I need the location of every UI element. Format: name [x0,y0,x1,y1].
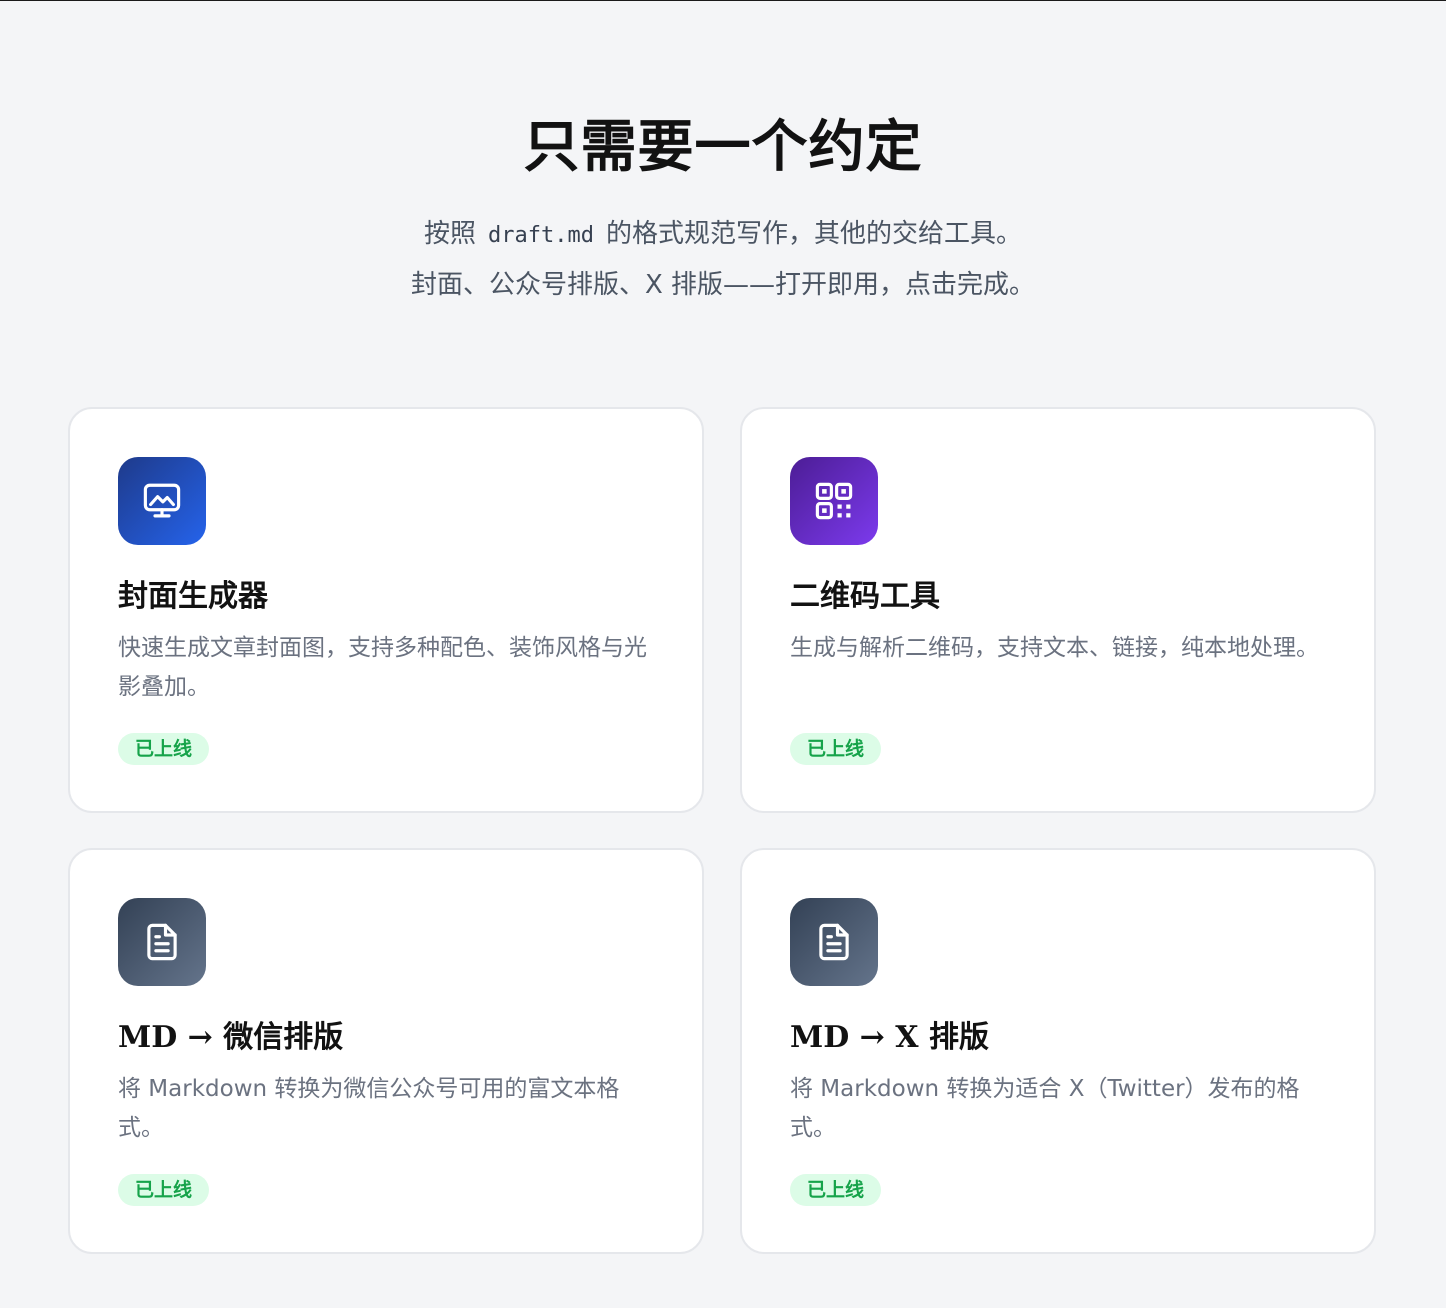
monitor-image-icon [118,457,206,545]
document-icon [790,898,878,986]
tool-card-md-to-x[interactable]: MD → X 排版 将 Markdown 转换为适合 X（Twitter）发布的… [740,848,1376,1254]
page-title: 只需要一个约定 [523,114,923,180]
hero-subtitle-line-1: 按照 draft.md 的格式规范写作，其他的交给工具。 [0,216,1446,254]
status-badge: 已上线 [790,1174,882,1206]
card-title: 二维码工具 [790,579,940,614]
card-description: 生成与解析二维码，支持文本、链接，纯本地处理。 [790,635,1319,661]
hero-subtitle-prefix: 按照 [424,219,477,249]
card-description: 将 Markdown 转换为微信公众号可用的富文本格式。 [118,1076,620,1141]
status-badge: 已上线 [790,733,882,765]
card-description: 快速生成文章封面图，支持多种配色、装饰风格与光影叠加。 [118,635,647,700]
tool-card-md-to-wechat[interactable]: MD → 微信排版 将 Markdown 转换为微信公众号可用的富文本格式。 已… [68,848,704,1254]
draft-md-code: draft.md [488,223,594,248]
card-title: 封面生成器 [118,579,268,614]
tool-card-qr-code[interactable]: 二维码工具 生成与解析二维码，支持文本、链接，纯本地处理。 已上线 [740,407,1376,813]
status-badge: 已上线 [118,733,210,765]
status-badge: 已上线 [118,1174,210,1206]
hero-subtitle-suffix: 的格式规范写作，其他的交给工具。 [605,219,1022,249]
card-title: MD → 微信排版 [118,1020,344,1055]
hero-subtitle-line-2: 封面、公众号排版、X 排版——打开即用，点击完成。 [410,270,1036,300]
tool-card-cover-generator[interactable]: 封面生成器 快速生成文章封面图，支持多种配色、装饰风格与光影叠加。 已上线 [68,407,704,813]
qr-code-icon [790,457,878,545]
card-description: 将 Markdown 转换为适合 X（Twitter）发布的格式。 [790,1076,1300,1141]
document-icon [118,898,206,986]
card-title: MD → X 排版 [790,1020,989,1055]
